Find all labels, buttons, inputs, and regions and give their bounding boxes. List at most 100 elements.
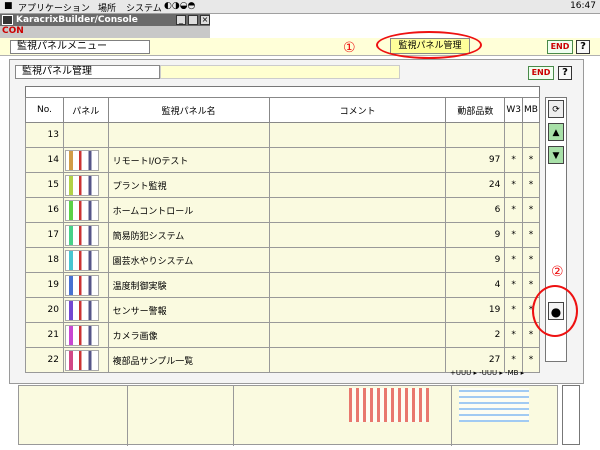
row-thumbnail[interactable] — [63, 172, 109, 198]
table-row[interactable]: 13 — [25, 122, 541, 148]
row-w3[interactable]: * — [504, 222, 523, 248]
row-thumbnail[interactable] — [63, 247, 109, 273]
arrow-up-icon[interactable]: ▲ — [548, 123, 564, 141]
panel-thumbnail[interactable] — [65, 324, 99, 346]
panel-thumbnail[interactable] — [65, 274, 99, 296]
app-menu-icon[interactable]: ■ — [4, 1, 13, 11]
row-name[interactable] — [107, 122, 270, 148]
menu-system[interactable]: システム — [126, 1, 162, 14]
dialog-help-button[interactable]: ? — [558, 66, 572, 80]
row-thumbnail[interactable] — [63, 122, 109, 148]
row-count[interactable] — [445, 122, 506, 148]
launcher-icons[interactable]: ◐◑◒◓ — [164, 1, 195, 11]
row-comment[interactable] — [268, 122, 447, 148]
row-mb[interactable]: * — [521, 172, 541, 198]
row-w3[interactable]: * — [504, 172, 523, 198]
table-row[interactable]: 20 センサー警報 19 * * — [25, 297, 541, 323]
row-thumbnail[interactable] — [63, 272, 109, 298]
panel-thumbnail[interactable] — [65, 249, 99, 271]
row-comment[interactable] — [268, 172, 447, 198]
minimize-icon[interactable]: _ — [176, 15, 186, 25]
table-row[interactable]: 17 簡易防犯システム 9 * * — [25, 222, 541, 248]
row-name[interactable]: 簡易防犯システム — [107, 222, 270, 248]
col-count[interactable]: 動部品数 — [445, 97, 506, 123]
row-thumbnail[interactable] — [63, 347, 109, 373]
row-thumbnail[interactable] — [63, 297, 109, 323]
table-row[interactable]: 15 プラント監視 24 * * — [25, 172, 541, 198]
row-name[interactable]: プラント監視 — [107, 172, 270, 198]
row-no[interactable]: 18 — [25, 247, 64, 273]
row-mb[interactable]: * — [521, 222, 541, 248]
row-thumbnail[interactable] — [63, 197, 109, 223]
table-row[interactable]: 18 園芸水やりシステム 9 * * — [25, 247, 541, 273]
row-name[interactable]: リモートI/Oテスト — [107, 147, 270, 173]
row-name[interactable]: センサー警報 — [107, 297, 270, 323]
col-w3[interactable]: W3 — [504, 97, 523, 123]
row-thumbnail[interactable] — [63, 322, 109, 348]
row-count[interactable]: 9 — [445, 222, 506, 248]
col-mb[interactable]: MB — [521, 97, 541, 123]
panel-thumbnail[interactable] — [65, 149, 99, 171]
row-no[interactable]: 17 — [25, 222, 64, 248]
row-name[interactable]: カメラ画像 — [107, 322, 270, 348]
panel-thumbnail[interactable] — [65, 199, 99, 221]
panel-thumbnail[interactable] — [65, 174, 99, 196]
row-comment[interactable] — [268, 197, 447, 223]
col-panel[interactable]: パネル — [63, 97, 109, 123]
row-w3[interactable]: * — [504, 147, 523, 173]
row-count[interactable]: 24 — [445, 172, 506, 198]
row-w3[interactable]: * — [504, 197, 523, 223]
row-mb[interactable] — [521, 122, 541, 148]
maximize-icon[interactable] — [188, 15, 198, 25]
row-comment[interactable] — [268, 222, 447, 248]
panel-thumbnail[interactable] — [65, 349, 99, 371]
top-help-button[interactable]: ? — [576, 40, 590, 54]
row-mb[interactable]: * — [521, 147, 541, 173]
row-comment[interactable] — [268, 297, 447, 323]
row-count[interactable]: 6 — [445, 197, 506, 223]
arrow-down-icon[interactable]: ▼ — [548, 146, 564, 164]
row-comment[interactable] — [268, 322, 447, 348]
panel-thumbnail[interactable] — [65, 299, 99, 321]
row-no[interactable]: 14 — [25, 147, 64, 173]
row-thumbnail[interactable] — [63, 147, 109, 173]
table-row[interactable]: 14 リモートI/Oテスト 97 * * — [25, 147, 541, 173]
row-count[interactable]: 2 — [445, 322, 506, 348]
table-row[interactable]: 16 ホームコントロール 6 * * — [25, 197, 541, 223]
refresh-icon[interactable]: ⟳ — [548, 100, 564, 118]
col-no[interactable]: No. — [25, 97, 64, 123]
row-comment[interactable] — [268, 247, 447, 273]
menu-places[interactable]: 場所 — [98, 1, 116, 14]
row-no[interactable]: 19 — [25, 272, 64, 298]
row-comment[interactable] — [268, 347, 447, 373]
menu-applications[interactable]: アプリケーション — [18, 1, 90, 14]
row-w3[interactable] — [504, 122, 523, 148]
row-comment[interactable] — [268, 272, 447, 298]
row-w3[interactable]: * — [504, 322, 523, 348]
row-w3[interactable]: * — [504, 297, 523, 323]
row-comment[interactable] — [268, 147, 447, 173]
table-row[interactable]: 19 温度制御実験 4 * * — [25, 272, 541, 298]
row-count[interactable]: 19 — [445, 297, 506, 323]
con-label[interactable]: CON — [2, 26, 24, 36]
row-w3[interactable]: * — [504, 272, 523, 298]
row-no[interactable]: 16 — [25, 197, 64, 223]
close-icon[interactable]: × — [200, 15, 210, 25]
row-name[interactable]: 園芸水やりシステム — [107, 247, 270, 273]
row-thumbnail[interactable] — [63, 222, 109, 248]
row-count[interactable]: 97 — [445, 147, 506, 173]
row-no[interactable]: 20 — [25, 297, 64, 323]
col-name[interactable]: 監視パネル名 — [107, 97, 270, 123]
row-w3[interactable]: * — [504, 247, 523, 273]
row-name[interactable]: 複部品サンプル一覧 — [107, 347, 270, 373]
background-scrollbar[interactable] — [562, 385, 580, 445]
row-count[interactable]: 9 — [445, 247, 506, 273]
row-no[interactable]: 15 — [25, 172, 64, 198]
col-comment[interactable]: コメント — [268, 97, 447, 123]
row-mb[interactable]: * — [521, 197, 541, 223]
row-count[interactable]: 4 — [445, 272, 506, 298]
top-end-button[interactable]: END — [547, 40, 573, 54]
row-name[interactable]: 温度制御実験 — [107, 272, 270, 298]
row-no[interactable]: 22 — [25, 347, 64, 373]
table-row[interactable]: 21 カメラ画像 2 * * — [25, 322, 541, 348]
